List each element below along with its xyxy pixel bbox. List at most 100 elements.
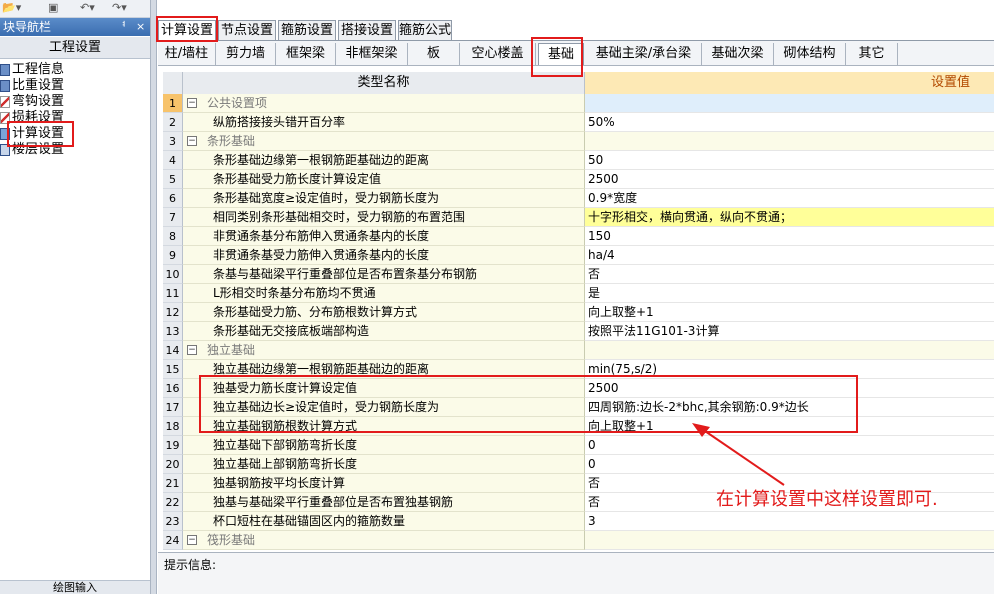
- row-name: 独基钢筋按平均长度计算: [183, 474, 585, 493]
- table-row[interactable]: 13 条形基础无交接底板端部构造 按照平法11G101-3计算: [163, 322, 994, 341]
- row-value: [585, 132, 994, 151]
- collapse-icon[interactable]: −: [187, 136, 197, 146]
- row-number: 17: [163, 398, 183, 417]
- row-value[interactable]: 2500: [585, 170, 994, 189]
- row-value[interactable]: 3: [585, 512, 994, 531]
- subtab-nonframe-beam[interactable]: 非框架梁: [336, 43, 408, 65]
- row-name: L形相交时条基分布筋均不贯通: [183, 284, 585, 303]
- tab-lap-settings[interactable]: 搭接设置: [338, 20, 396, 40]
- row-name: 条形基础无交接底板端部构造: [183, 322, 585, 341]
- panel-splitter[interactable]: [150, 0, 157, 594]
- row-number: 23: [163, 512, 183, 531]
- nav-item-floor[interactable]: 楼层设置: [0, 142, 150, 158]
- subtab-other[interactable]: 其它: [846, 43, 898, 65]
- nav-item-density[interactable]: 比重设置: [0, 78, 150, 94]
- table-row[interactable]: 8 非贯通条基分布筋伸入贯通条基内的长度 150: [163, 227, 994, 246]
- row-name: − 条形基础: [183, 132, 585, 151]
- table-row[interactable]: 9 非贯通条基受力筋伸入贯通条基内的长度 ha/4: [163, 246, 994, 265]
- pin-icon[interactable]: ᅧ: [116, 18, 126, 36]
- tab-node-settings[interactable]: 节点设置: [218, 20, 276, 40]
- row-value[interactable]: 2500: [585, 379, 994, 398]
- row-name: 独基与基础梁平行重叠部位是否布置独基钢筋: [183, 493, 585, 512]
- group-row[interactable]: 24− 筏形基础: [163, 531, 994, 550]
- nav-item-label: 比重设置: [12, 78, 65, 93]
- row-value[interactable]: 按照平法11G101-3计算: [585, 322, 994, 341]
- nav-bottom-button[interactable]: 绘图输入: [0, 580, 150, 594]
- table-row[interactable]: 6 条形基础宽度≥设定值时，受力钢筋长度为 0.9*宽度: [163, 189, 994, 208]
- subtab-slab[interactable]: 板: [408, 43, 460, 65]
- subtab-frame-beam[interactable]: 框架梁: [276, 43, 336, 65]
- row-name: 相同类别条形基础相交时，受力钢筋的布置范围: [183, 208, 585, 227]
- redo-icon[interactable]: ↷▾: [112, 1, 127, 15]
- group-row[interactable]: 1− 公共设置项: [163, 94, 994, 113]
- row-value[interactable]: 50: [585, 151, 994, 170]
- table-row[interactable]: 10 条基与基础梁平行重叠部位是否布置条基分布钢筋否: [163, 265, 994, 284]
- row-name: 条基与基础梁平行重叠部位是否布置条基分布钢筋: [183, 265, 585, 284]
- nav-item-hook[interactable]: 弯钩设置: [0, 94, 150, 110]
- collapse-icon[interactable]: −: [187, 535, 197, 545]
- calc-icon: [0, 128, 10, 140]
- nav-section-header[interactable]: 工程设置: [0, 37, 150, 59]
- save-icon[interactable]: ▣: [48, 1, 58, 15]
- group-row[interactable]: 3− 条形基础: [163, 132, 994, 151]
- table-row[interactable]: 23 杯口短柱在基础锚固区内的箍筋数量 3: [163, 512, 994, 531]
- nav-title-text: 块导航栏: [3, 20, 52, 34]
- row-name: 条形基础宽度≥设定值时，受力钢筋长度为: [183, 189, 585, 208]
- subtab-hollow-slab[interactable]: 空心楼盖: [460, 43, 536, 65]
- table-row[interactable]: 17 独立基础边长≥设定值时，受力钢筋长度为 四周钢筋:边长-2*bhc,其余钢筋:…: [163, 398, 994, 417]
- subtab-column[interactable]: 柱/墙柱: [158, 43, 216, 65]
- row-value[interactable]: 150: [585, 227, 994, 246]
- close-icon[interactable]: ×: [136, 18, 145, 36]
- subtab-masonry[interactable]: 砌体结构: [774, 43, 846, 65]
- group-row[interactable]: 14− 独立基础: [163, 341, 994, 360]
- subtab-secondary-beam[interactable]: 基础次梁: [702, 43, 774, 65]
- table-row[interactable]: 19 独立基础下部钢筋弯折长度 0: [163, 436, 994, 455]
- row-value[interactable]: 否: [585, 265, 994, 284]
- row-value[interactable]: min(75,s/2): [585, 360, 994, 379]
- row-value[interactable]: 十字形相交，横向贯通，纵向不贯通；: [585, 208, 994, 227]
- component-tabs: 柱/墙柱 剪力墙 框架梁 非框架梁 板 空心楼盖 基础 基础主梁/承台梁 基础次…: [158, 41, 994, 66]
- table-row[interactable]: 11 L形相交时条基分布筋均不贯通是: [163, 284, 994, 303]
- row-name: − 公共设置项: [183, 94, 585, 113]
- annotation-note: 在计算设置中这样设置即可.: [716, 489, 938, 510]
- subtab-foundation-beam[interactable]: 基础主梁/承台梁: [586, 43, 702, 65]
- row-value[interactable]: ha/4: [585, 246, 994, 265]
- tab-stirrup-formula[interactable]: 箍筋公式: [398, 20, 452, 40]
- row-number: 20: [163, 455, 183, 474]
- nav-item-loss[interactable]: 损耗设置: [0, 110, 150, 126]
- nav-item-label: 损耗设置: [12, 110, 65, 125]
- row-value[interactable]: 是: [585, 284, 994, 303]
- open-folder-icon[interactable]: 📂▾: [2, 1, 21, 15]
- nav-item-label: 工程信息: [12, 62, 65, 77]
- row-value[interactable]: 0.9*宽度: [585, 189, 994, 208]
- nav-item-project-info[interactable]: 工程信息: [0, 62, 150, 78]
- row-number: 6: [163, 189, 183, 208]
- row-value[interactable]: 向上取整+1: [585, 303, 994, 322]
- collapse-icon[interactable]: −: [187, 98, 197, 108]
- table-row[interactable]: 18 独立基础钢筋根数计算方式 向上取整+1: [163, 417, 994, 436]
- table-row[interactable]: 15 独立基础边缘第一根钢筋距基础边的距离 min(75,s/2): [163, 360, 994, 379]
- table-row[interactable]: 5 条形基础受力筋长度计算设定值 2500: [163, 170, 994, 189]
- row-number: 9: [163, 246, 183, 265]
- type-name-header: 类型名称: [183, 72, 585, 94]
- row-name: 条形基础受力筋长度计算设定值: [183, 170, 585, 189]
- tab-calc-settings[interactable]: 计算设置: [158, 20, 216, 40]
- undo-icon[interactable]: ↶▾: [80, 1, 95, 15]
- tab-stirrup-settings[interactable]: 箍筋设置: [278, 20, 336, 40]
- subtab-shear-wall[interactable]: 剪力墙: [216, 43, 276, 65]
- collapse-icon[interactable]: −: [187, 345, 197, 355]
- row-value: [585, 341, 994, 360]
- nav-item-calc[interactable]: 计算设置: [0, 126, 150, 142]
- row-number: 4: [163, 151, 183, 170]
- table-row[interactable]: 7 相同类别条形基础相交时，受力钢筋的布置范围 十字形相交，横向贯通，纵向不贯通；: [163, 208, 994, 227]
- table-row[interactable]: 12 条形基础受力筋、分布筋根数计算方式 向上取整+1: [163, 303, 994, 322]
- table-row[interactable]: 16 独基受力筋长度计算设定值 2500: [163, 379, 994, 398]
- table-row[interactable]: 2 纵筋搭接接头错开百分率 50%: [163, 113, 994, 132]
- setting-value-header: 设置值: [585, 72, 994, 94]
- table-row[interactable]: 4 条形基础边缘第一根钢筋距基础边的距离 50: [163, 151, 994, 170]
- subtab-foundation[interactable]: 基础: [538, 43, 584, 65]
- row-value[interactable]: 50%: [585, 113, 994, 132]
- settings-grid: 类型名称 设置值 1− 公共设置项 2 纵筋搭接接头错开百分率 50% 3− 条形基础 4 条形…: [163, 72, 994, 550]
- row-number: 19: [163, 436, 183, 455]
- table-row[interactable]: 20 独立基础上部钢筋弯折长度 0: [163, 455, 994, 474]
